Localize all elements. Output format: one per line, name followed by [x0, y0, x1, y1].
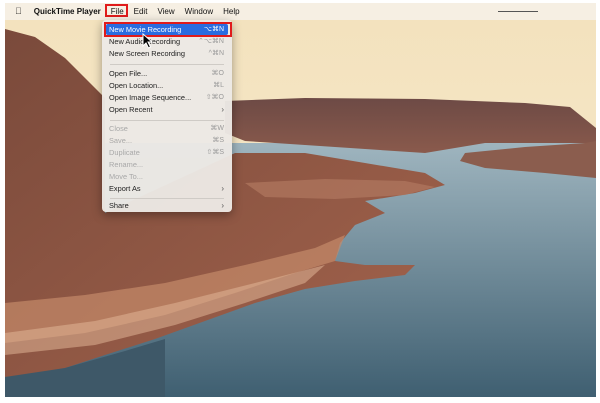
menu-item-open-recent[interactable]: Open Recent › [106, 104, 228, 115]
menu-item-save: Save... ⌘S [106, 135, 228, 146]
menu-item-share[interactable]: Share › [106, 200, 228, 211]
menu-item-shortcut: ⌃⌥⌘N [198, 38, 224, 45]
screenshot-frame:  QuickTime Player File Edit View Window… [5, 3, 596, 397]
menu-separator [110, 64, 224, 65]
menu-item-label: Duplicate [109, 148, 140, 157]
menu-item-label: Export As [109, 184, 141, 193]
menu-bar:  QuickTime Player File Edit View Window… [5, 3, 596, 20]
chevron-right-icon: › [221, 184, 224, 193]
menu-bar-divider [498, 11, 538, 12]
chevron-right-icon: › [221, 201, 224, 210]
menu-item-label: Open File... [109, 69, 148, 78]
menu-separator [110, 120, 224, 121]
menu-separator [110, 198, 224, 199]
menu-item-duplicate: Duplicate ⇧⌘S [106, 147, 228, 158]
apple-icon[interactable]:  [5, 3, 28, 20]
app-menu-quicktime[interactable]: QuickTime Player [28, 3, 106, 20]
menu-item-label: Close [109, 124, 128, 133]
menu-item-export-as[interactable]: Export As › [106, 183, 228, 194]
desktop-wallpaper [5, 3, 596, 397]
menu-item-shortcut: ⇧⌘S [206, 149, 224, 156]
menu-file[interactable]: File [104, 3, 129, 20]
menu-item-label: Move To... [109, 172, 143, 181]
menu-bar-right [498, 11, 596, 12]
menu-help[interactable]: Help [218, 3, 244, 20]
mouse-pointer-icon [142, 33, 154, 49]
menu-item-move-to: Move To... [106, 171, 228, 182]
file-menu-highlight-box [104, 4, 128, 17]
menu-item-label: Share [109, 201, 129, 210]
selection-highlight-box [104, 22, 232, 37]
menu-item-shortcut: ⇧⌘O [205, 94, 224, 101]
menu-item-new-screen-recording[interactable]: New Screen Recording ^⌘N [106, 48, 228, 59]
menu-edit[interactable]: Edit [129, 3, 153, 20]
menu-item-open-location[interactable]: Open Location... ⌘L [106, 80, 228, 91]
menu-window[interactable]: Window [180, 3, 218, 20]
menu-item-label: Save... [109, 136, 133, 145]
menu-item-label: Open Location... [109, 81, 164, 90]
menu-item-new-movie-recording[interactable]: New Movie Recording ⌥⌘N [104, 22, 232, 37]
menu-item-open-file[interactable]: Open File... ⌘O [106, 68, 228, 79]
menu-item-shortcut: ⌘L [213, 82, 224, 89]
menu-item-label: Open Recent [109, 105, 153, 114]
menu-item-label: Rename... [109, 160, 144, 169]
chevron-right-icon: › [221, 105, 224, 114]
menu-view[interactable]: View [152, 3, 179, 20]
menu-item-open-image-sequence[interactable]: Open Image Sequence... ⇧⌘O [106, 92, 228, 103]
menu-item-shortcut: ⌘W [210, 125, 224, 132]
menu-item-label: Open Image Sequence... [109, 93, 192, 102]
menu-item-shortcut: ⌘O [211, 70, 224, 77]
menu-item-rename: Rename... [106, 159, 228, 170]
menu-item-new-audio-recording[interactable]: New Audio Recording ⌃⌥⌘N [106, 36, 228, 47]
menu-item-shortcut: ⌘S [212, 137, 224, 144]
menu-item-close: Close ⌘W [106, 123, 228, 134]
file-menu-dropdown: New Movie Recording ⌥⌘N New Audio Record… [102, 20, 232, 212]
menu-item-shortcut: ^⌘N [208, 50, 224, 57]
menu-item-label: New Screen Recording [109, 49, 185, 58]
